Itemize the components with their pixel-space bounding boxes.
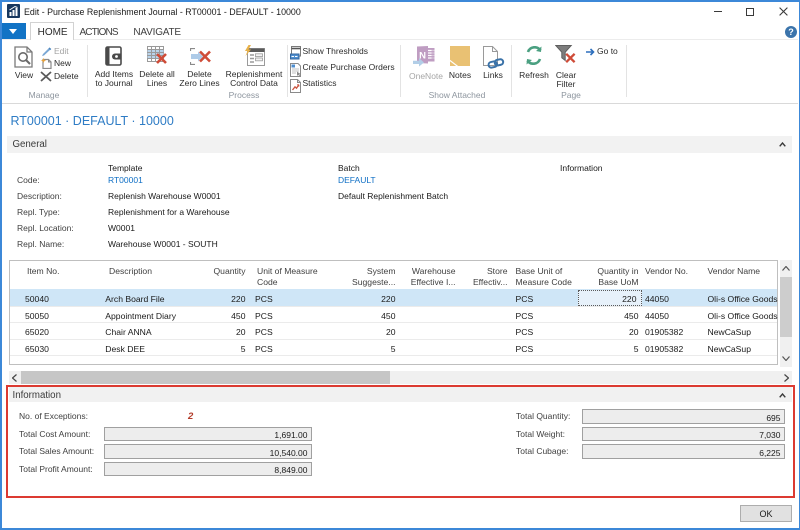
- svg-text:?: ?: [788, 27, 794, 37]
